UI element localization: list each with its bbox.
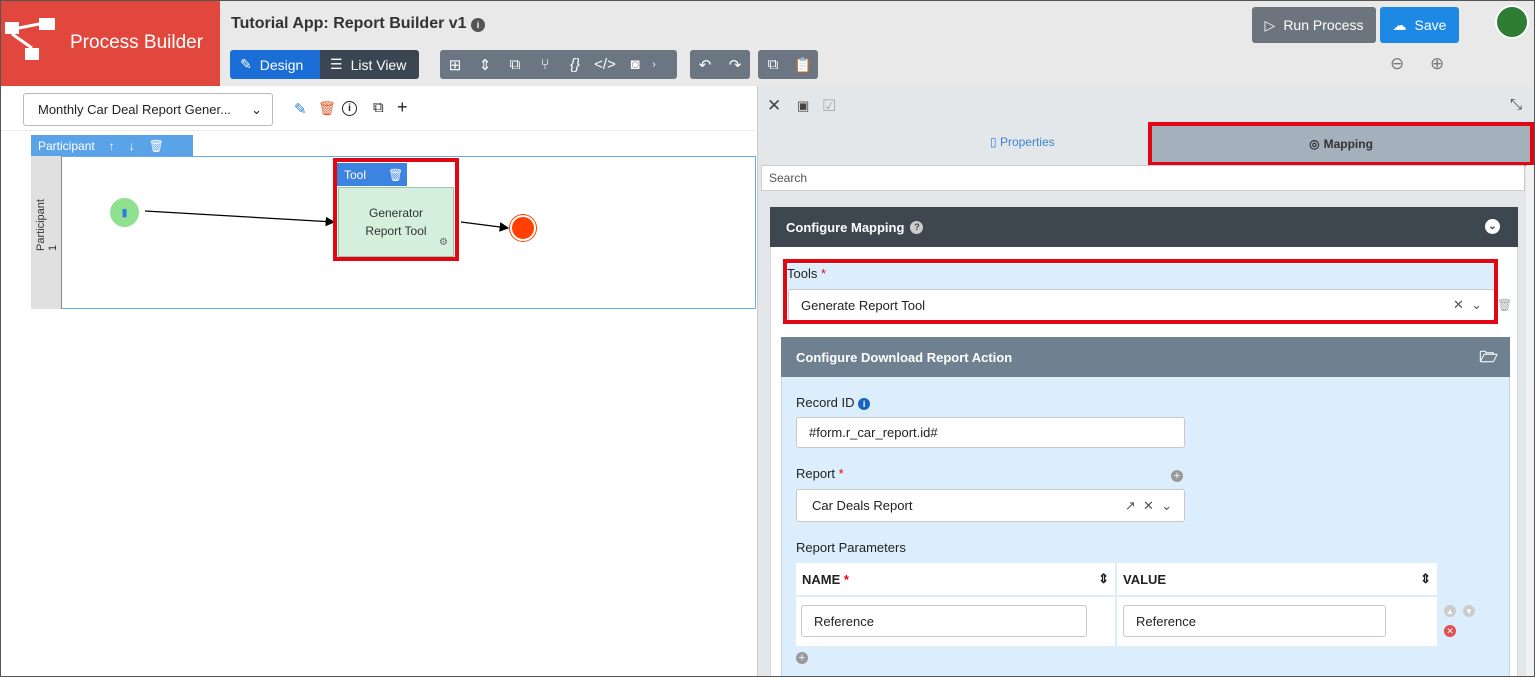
sort-icon[interactable]: ⇕ — [1098, 571, 1109, 587]
download-action-header[interactable]: Configure Download Report Action 🗁 — [781, 337, 1510, 377]
close-icon[interactable]: ✕ — [767, 96, 781, 116]
column-header-name[interactable]: NAME * ⇕ — [796, 563, 1115, 595]
play-icon: ▷ — [1264, 16, 1276, 33]
highlight-tools-field — [783, 259, 1498, 324]
configure-mapping-header[interactable]: Configure Mapping ? ⌄ — [770, 207, 1518, 247]
clipboard-group: ⧉ 📋 — [758, 50, 818, 79]
window-icon[interactable]: ▣ — [797, 98, 809, 114]
folder-open-icon[interactable]: 🗁 — [1479, 347, 1498, 372]
run-process-button[interactable]: ▷ Run Process — [1252, 7, 1376, 43]
clear-icon[interactable]: ✕ — [1143, 498, 1154, 513]
info-icon[interactable]: i — [858, 398, 871, 410]
search-input[interactable]: Search — [761, 165, 1525, 191]
report-parameters-label: Report Parameters — [796, 540, 906, 555]
paste-icon[interactable]: 📋 — [788, 56, 818, 74]
chevron-down-icon[interactable]: ⌄ — [1485, 219, 1500, 234]
remove-row-icon[interactable]: ✕ — [1444, 625, 1456, 637]
external-link-icon[interactable]: ↗ — [1125, 498, 1136, 513]
cloud-upload-icon: ☁ — [1392, 16, 1407, 33]
record-id-input[interactable]: #form.r_car_report.id# — [796, 417, 1185, 448]
add-circle-icon[interactable]: + — [1171, 470, 1183, 482]
tab-properties[interactable]: ▯ Properties — [990, 135, 1055, 149]
end-event[interactable] — [510, 215, 536, 241]
zoom-in-icon[interactable]: ⊕ — [1430, 54, 1444, 74]
add-row-icon[interactable]: + — [796, 652, 808, 664]
param-name-input[interactable]: Reference — [801, 605, 1087, 637]
zoom-out-icon[interactable]: ⊖ — [1390, 54, 1404, 74]
record-id-label: Record ID i — [796, 395, 871, 410]
form-icon: ▮ — [121, 207, 128, 219]
report-select[interactable]: Car Deals Report ↗ ✕ ⌄ — [796, 489, 1185, 522]
document-icon: ▯ — [990, 135, 997, 149]
highlight-tool-node — [333, 158, 459, 261]
report-label: Report * — [796, 466, 844, 481]
move-down-icon[interactable]: ▼ — [1463, 605, 1475, 617]
checkbox-icon[interactable]: ☑ — [822, 96, 836, 116]
scrollbar[interactable] — [1526, 165, 1534, 676]
save-button[interactable]: ☁ Save — [1380, 7, 1459, 43]
highlight-mapping-tab — [1148, 122, 1534, 166]
param-value-input[interactable]: Reference — [1123, 605, 1386, 637]
start-event[interactable]: ▮ — [110, 198, 139, 227]
avatar[interactable] — [1495, 5, 1529, 39]
collapse-icon[interactable]: ⤡ — [1510, 96, 1522, 113]
move-up-icon[interactable]: ▲ — [1444, 605, 1456, 617]
column-header-value[interactable]: VALUE ⇕ — [1117, 563, 1437, 595]
help-icon[interactable]: ? — [910, 220, 924, 234]
sort-icon[interactable]: ⇕ — [1420, 571, 1431, 587]
chevron-down-icon[interactable]: ⌄ — [1161, 498, 1172, 513]
trash-icon[interactable]: 🗑 — [1497, 298, 1512, 312]
copy-icon[interactable]: ⧉ — [758, 56, 788, 73]
